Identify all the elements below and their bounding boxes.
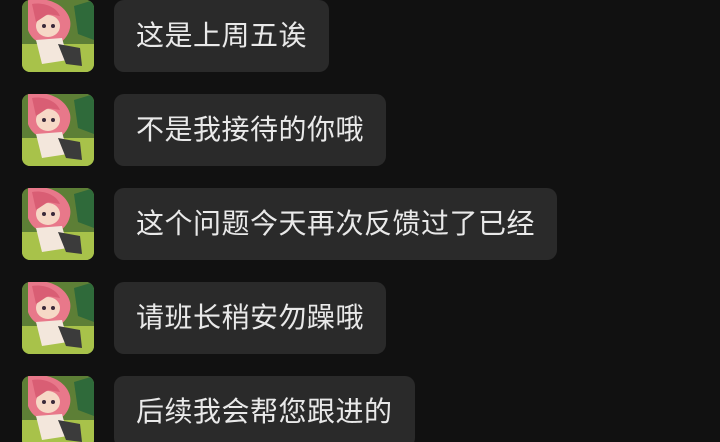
anime-girl-avatar-icon [22,0,94,72]
anime-girl-avatar-icon [22,376,94,442]
sender-avatar[interactable] [22,376,94,442]
chat-message-list[interactable]: 这是上周五诶 不是我接待的你哦 这个问题今天再次反馈过了已经 请班长稍安勿躁哦 … [0,0,720,442]
message-bubble[interactable]: 这是上周五诶 [114,0,330,72]
sender-avatar[interactable] [22,0,94,72]
message-bubble[interactable]: 这个问题今天再次反馈过了已经 [114,188,558,260]
sender-avatar[interactable] [22,282,94,354]
message-bubble[interactable]: 后续我会帮您跟进的 [114,376,415,442]
message-bubble[interactable]: 请班长稍安勿躁哦 [114,282,387,354]
sender-avatar[interactable] [22,188,94,260]
anime-girl-avatar-icon [22,94,94,166]
anime-girl-avatar-icon [22,282,94,354]
anime-girl-avatar-icon [22,188,94,260]
message-bubble[interactable]: 不是我接待的你哦 [114,94,387,166]
sender-avatar[interactable] [22,94,94,166]
